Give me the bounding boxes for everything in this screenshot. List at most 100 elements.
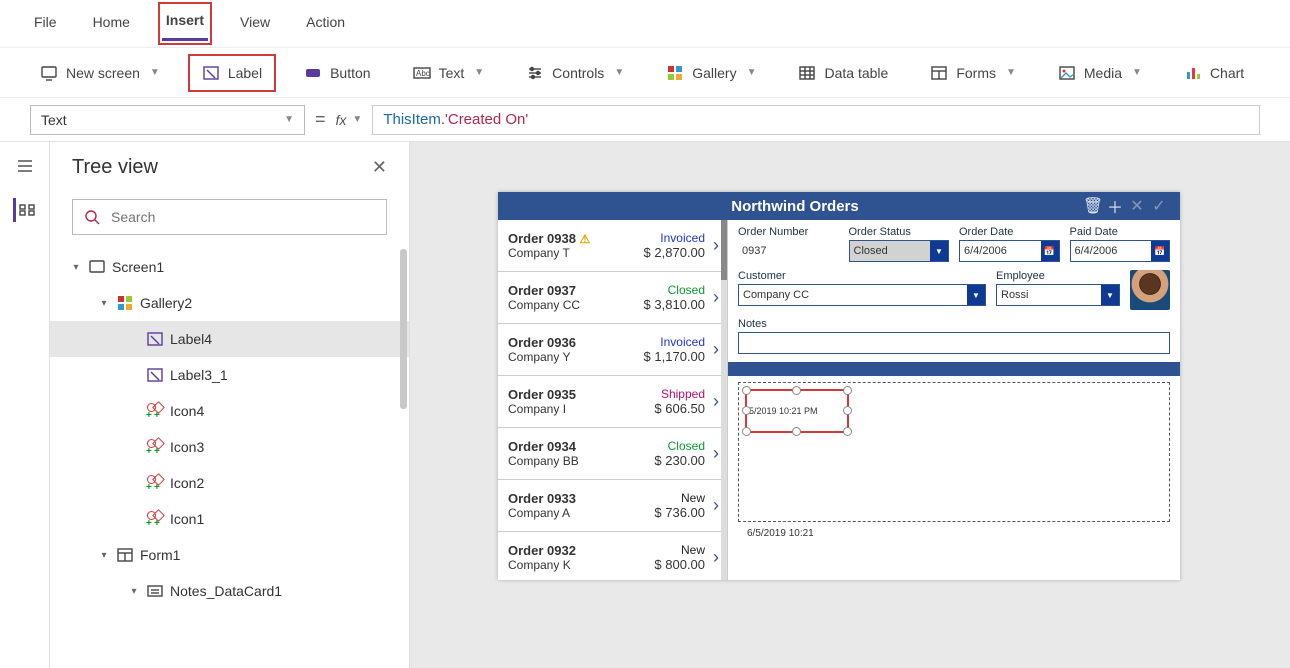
iconctrl-icon: ++ — [146, 474, 164, 492]
gallery-icon — [116, 294, 134, 312]
property-select[interactable]: Text ▼ — [30, 105, 305, 135]
expand-arrow-icon[interactable]: ▾ — [98, 298, 110, 309]
customer-value: Company CC — [743, 289, 809, 301]
paid-date-input[interactable]: 6/4/2006📅 — [1070, 240, 1171, 262]
formula-bar: Text ▼ = fx ▼ ThisItem.'Created On' — [0, 98, 1290, 142]
datatable-button[interactable]: Data table — [788, 58, 898, 88]
tree-search[interactable] — [72, 199, 387, 235]
formula-input[interactable]: ThisItem.'Created On' — [372, 105, 1260, 135]
order-status-select[interactable]: Closed▼ — [849, 240, 950, 262]
new-label-text: 5/2019 10:21 PM — [749, 406, 818, 416]
employee-select[interactable]: Rossi▼ — [996, 284, 1120, 306]
order-item[interactable]: Order 0932Company KNew$ 800.00› — [498, 532, 727, 580]
button-button[interactable]: Button — [294, 58, 380, 88]
resize-handle[interactable] — [843, 427, 852, 436]
hamburger-icon[interactable] — [13, 154, 37, 178]
new-screen-button[interactable]: New screen ▼ — [30, 58, 170, 88]
controls-button[interactable]: Controls ▼ — [516, 58, 634, 88]
label-button[interactable]: Label — [192, 58, 272, 88]
resize-handle[interactable] — [843, 386, 852, 395]
tree-item-icon3[interactable]: ++Icon3 — [50, 429, 409, 465]
form-icon — [116, 546, 134, 564]
chevron-right-icon[interactable]: › — [709, 547, 719, 568]
cancel-icon[interactable]: ✕ — [1126, 196, 1148, 216]
controls-icon — [526, 64, 544, 82]
order-item[interactable]: Order 0937Company CCClosed$ 3,810.00› — [498, 272, 727, 324]
canvas[interactable]: Northwind Orders 🗑 ＋ ✕ ✓ Order 0938 ⚠Com… — [410, 142, 1290, 668]
expand-arrow-icon[interactable]: ▾ — [128, 586, 140, 597]
order-status-label: Order Status — [849, 226, 950, 238]
screen-icon — [40, 64, 58, 82]
tree-item-label3_1[interactable]: Label3_1 — [50, 357, 409, 393]
resize-handle[interactable] — [843, 406, 852, 415]
gallery-scrollbar[interactable] — [721, 220, 727, 580]
tree-item-icon4[interactable]: ++Icon4 — [50, 393, 409, 429]
order-gallery[interactable]: Order 0938 ⚠Company TInvoiced$ 2,870.00›… — [498, 220, 728, 580]
tab-view[interactable]: View — [236, 8, 274, 40]
tree-item-gallery2[interactable]: ▾Gallery2 — [50, 285, 409, 321]
tree-item-label: Form1 — [140, 547, 180, 563]
charts-button[interactable]: Chart — [1174, 58, 1254, 88]
trash-icon[interactable]: 🗑 — [1082, 196, 1104, 216]
tree-item-notes_datacard1[interactable]: ▾Notes_DataCard1 — [50, 573, 409, 609]
search-input[interactable] — [111, 209, 376, 225]
tree-item-form1[interactable]: ▾ Form1 — [50, 537, 409, 573]
footer-timestamp: 6/5/2019 10:21 — [747, 528, 814, 539]
tree-scrollbar[interactable] — [400, 249, 407, 409]
forms-button[interactable]: Forms ▼ — [920, 58, 1026, 88]
chevron-down-icon: ▼ — [967, 285, 985, 305]
detail-gallery[interactable]: 5/2019 10:21 PM 6/5/2019 10:21 — [738, 382, 1170, 522]
order-item[interactable]: Order 0934Company BBClosed$ 230.00› — [498, 428, 727, 480]
chevron-right-icon[interactable]: › — [709, 495, 719, 516]
resize-handle[interactable] — [742, 406, 751, 415]
tab-insert[interactable]: Insert — [162, 6, 208, 41]
tab-home[interactable]: Home — [89, 8, 134, 40]
chevron-right-icon[interactable]: › — [709, 235, 719, 256]
selected-label-control[interactable]: 5/2019 10:21 PM — [747, 391, 847, 431]
left-rail — [0, 142, 50, 668]
resize-handle[interactable] — [742, 386, 751, 395]
plus-icon[interactable]: ＋ — [1104, 194, 1126, 218]
fx-button[interactable]: fx ▼ — [336, 112, 363, 128]
tree-item-icon2[interactable]: ++ Icon2 — [50, 465, 409, 501]
tree-view-icon[interactable] — [13, 198, 37, 222]
order-item[interactable]: Order 0936Company YInvoiced$ 1,170.00› — [498, 324, 727, 376]
text-button[interactable]: Abc Text ▼ — [403, 58, 495, 88]
close-icon[interactable]: ✕ — [372, 157, 387, 178]
order-item[interactable]: Order 0935Company IShipped$ 606.50› — [498, 376, 727, 428]
expand-arrow-icon[interactable]: ▾ — [70, 262, 82, 273]
media-button[interactable]: Media ▼ — [1048, 58, 1152, 88]
resize-handle[interactable] — [792, 386, 801, 395]
customer-select[interactable]: Company CC ▼ — [738, 284, 986, 306]
chevron-right-icon[interactable]: › — [709, 287, 719, 308]
order-price: $ 606.50 — [654, 401, 705, 416]
order-price: $ 2,870.00 — [644, 245, 705, 260]
tab-file[interactable]: File — [30, 8, 61, 40]
chevron-right-icon[interactable]: › — [709, 339, 719, 360]
check-icon[interactable]: ✓ — [1148, 196, 1170, 216]
tree-item-label: Icon2 — [170, 475, 204, 491]
tree-title: Tree view — [72, 156, 158, 179]
equals-sign: = — [315, 109, 326, 130]
order-date-input[interactable]: 6/4/2006 📅 — [959, 240, 1060, 262]
calendar-icon: 📅 — [1041, 241, 1059, 261]
employee-label: Employee — [996, 270, 1120, 282]
svg-text:Abc: Abc — [416, 69, 430, 78]
resize-handle[interactable] — [792, 427, 801, 436]
resize-handle[interactable] — [742, 427, 751, 436]
tree-item-icon1[interactable]: ++Icon1 — [50, 501, 409, 537]
tab-action[interactable]: Action — [302, 8, 349, 40]
order-date-value: 6/4/2006 — [964, 245, 1007, 257]
chevron-right-icon[interactable]: › — [709, 391, 719, 412]
tree-item-label4[interactable]: Label4 — [50, 321, 409, 357]
order-item[interactable]: Order 0933Company ANew$ 736.00› — [498, 480, 727, 532]
order-price: $ 3,810.00 — [644, 297, 705, 312]
tree-item-screen1[interactable]: ▾Screen1 — [50, 249, 409, 285]
expand-arrow-icon[interactable]: ▾ — [98, 550, 110, 561]
order-status: Invoiced — [644, 231, 705, 245]
order-item[interactable]: Order 0938 ⚠Company TInvoiced$ 2,870.00› — [498, 220, 727, 272]
chevron-right-icon[interactable]: › — [709, 443, 719, 464]
forms-icon — [930, 64, 948, 82]
gallery-button[interactable]: Gallery ▼ — [656, 58, 766, 88]
notes-input[interactable] — [738, 332, 1170, 354]
